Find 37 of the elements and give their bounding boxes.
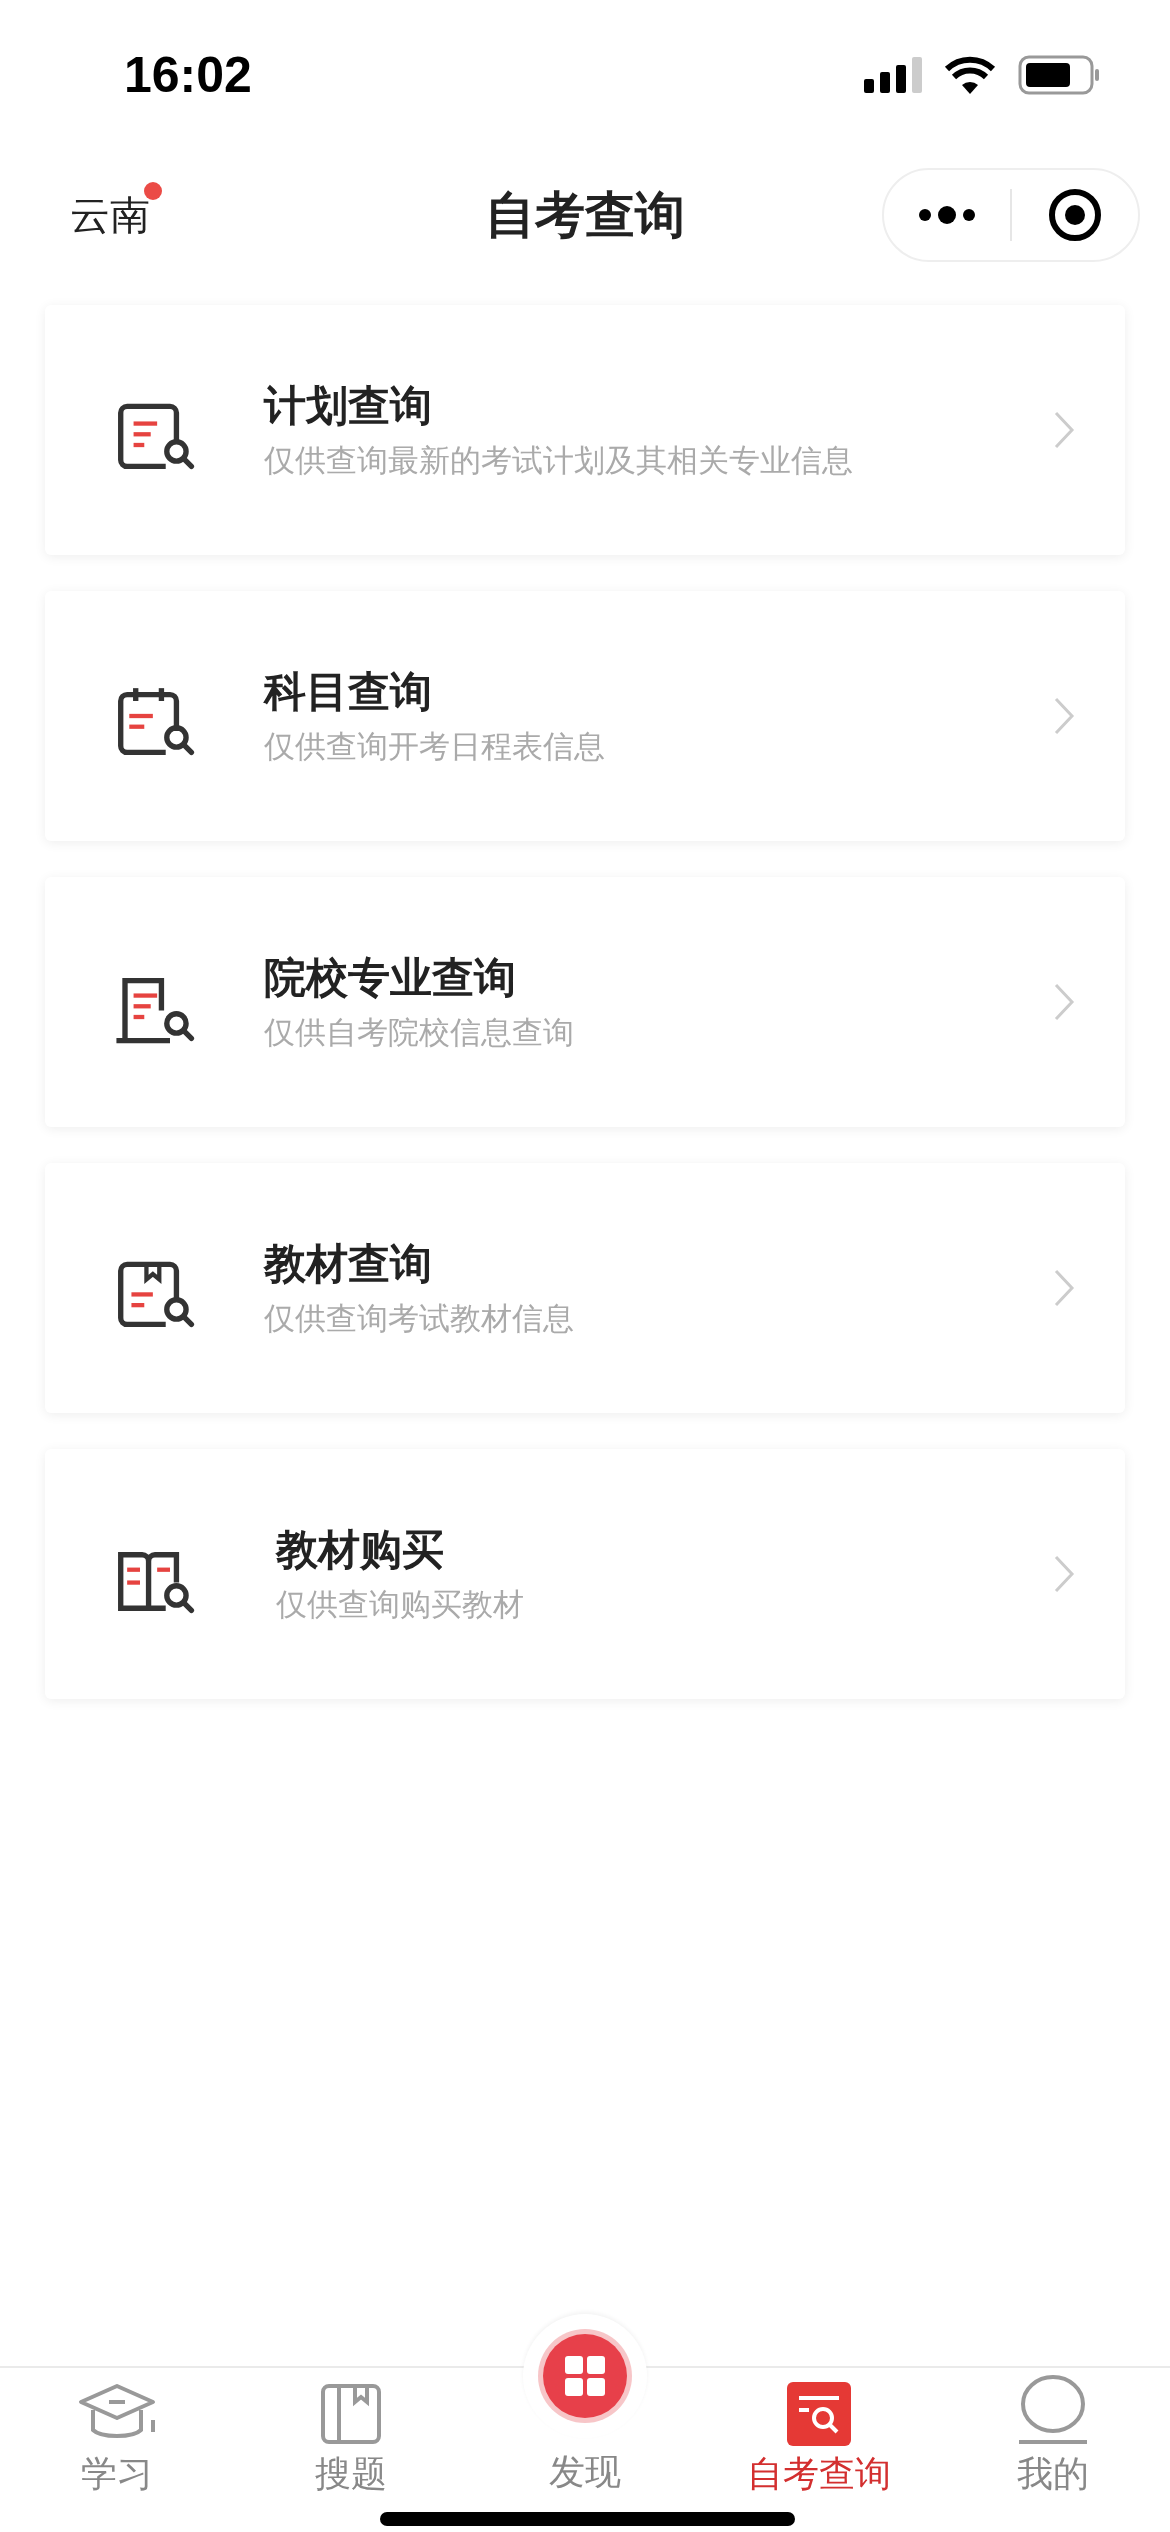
tab-item[interactable]: 自考查询 xyxy=(702,2368,936,2508)
card-subtitle: 仅供查询考试教材信息 xyxy=(264,1299,575,1338)
grid-icon xyxy=(535,2326,635,2426)
tab-item[interactable]: 我的 xyxy=(936,2368,1170,2508)
chevron-right-icon xyxy=(1053,1268,1075,1308)
profile-icon xyxy=(1017,2374,1089,2446)
card-title: 教材查询 xyxy=(264,1238,433,1290)
query-card[interactable]: 计划查询 仅供查询最新的考试计划及其相关专业信息 xyxy=(45,305,1125,555)
signal-icon xyxy=(864,57,922,93)
page-title: 自考查询 xyxy=(485,184,685,246)
tab-item[interactable]: 发现 xyxy=(468,2314,702,2508)
card-subtitle: 仅供查询开考日程表信息 xyxy=(264,727,606,766)
book-icon xyxy=(319,2382,383,2446)
search-icon xyxy=(787,2382,851,2446)
card-title: 科目查询 xyxy=(264,666,433,718)
battery-icon xyxy=(1018,55,1100,95)
chevron-right-icon xyxy=(1053,1554,1075,1594)
status-time: 16:02 xyxy=(124,46,252,104)
query-card[interactable]: 教材购买 仅供查询购买教材 xyxy=(45,1449,1125,1699)
card-subtitle: 仅供查询最新的考试计划及其相关专业信息 xyxy=(264,441,854,480)
chevron-right-icon xyxy=(1053,982,1075,1022)
target-icon xyxy=(1047,187,1103,243)
card-subtitle: 仅供查询购买教材 xyxy=(276,1585,525,1624)
chevron-right-icon xyxy=(1053,696,1075,736)
query-card[interactable]: 教材查询 仅供查询考试教材信息 xyxy=(45,1163,1125,1413)
wifi-icon xyxy=(944,56,996,94)
query-card[interactable]: 科目查询 仅供查询开考日程表信息 xyxy=(45,591,1125,841)
region-selector[interactable]: 云南 xyxy=(70,187,150,243)
card-title: 院校专业查询 xyxy=(264,952,517,1004)
card-title: 计划查询 xyxy=(264,380,433,432)
more-dots-icon xyxy=(917,205,977,225)
tab-item[interactable]: 搜题 xyxy=(234,2368,468,2508)
chevron-right-icon xyxy=(1053,410,1075,450)
tab-item[interactable]: 学习 xyxy=(0,2368,234,2508)
query-card[interactable]: 院校专业查询 仅供自考院校信息查询 xyxy=(45,877,1125,1127)
card-subtitle: 仅供自考院校信息查询 xyxy=(264,1013,575,1052)
card-title: 教材购买 xyxy=(276,1524,445,1576)
